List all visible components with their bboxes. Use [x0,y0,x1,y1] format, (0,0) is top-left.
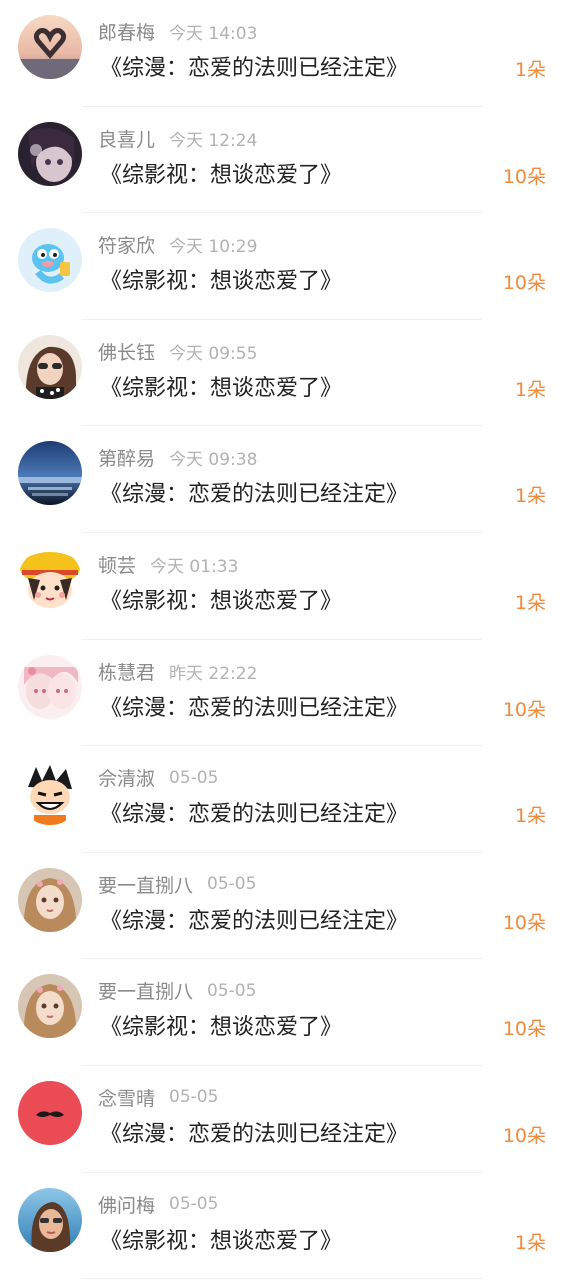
username[interactable]: 良喜儿 [98,129,155,151]
item-header: 佛长钰 今天 09:55 [98,338,257,364]
list-item[interactable]: 栋慧君 昨天 22:22 《综漫：恋爱的法则已经注定》 10朵 [0,640,564,747]
avatar[interactable] [18,1187,82,1252]
book-title[interactable]: 《综漫：恋爱的法则已经注定》 [100,903,408,935]
book-title[interactable]: 《综漫：恋爱的法则已经注定》 [100,476,408,508]
divider [82,1278,482,1280]
avatar[interactable] [18,867,82,932]
username[interactable]: 第醉易 [98,448,155,470]
flower-count: 1朵 [514,485,546,508]
list-item[interactable]: 念雪晴 05-05 《综漫：恋爱的法则已经注定》 10朵 [0,1066,564,1173]
book-title[interactable]: 《综影视：想谈恋爱了》 [100,370,342,402]
book-title[interactable]: 《综影视：想谈恋爱了》 [100,1223,342,1255]
username[interactable]: 佘清淑 [98,768,155,790]
timestamp: 05-05 [169,767,219,788]
avatar[interactable] [18,761,82,826]
list-item[interactable]: 要一直捌八 05-05 《综漫：恋爱的法则已经注定》 10朵 [0,853,564,960]
list-item[interactable]: 要一直捌八 05-05 《综影视：想谈恋爱了》 10朵 [0,959,564,1066]
username[interactable]: 佛问梅 [98,1195,155,1217]
timestamp: 昨天 22:22 [169,663,258,684]
avatar[interactable] [18,228,82,293]
avatar[interactable] [18,121,82,186]
username[interactable]: 佛长钰 [98,342,155,364]
username[interactable]: 念雪晴 [98,1088,155,1110]
flower-count: 1朵 [514,1231,546,1254]
timestamp: 今天 09:55 [169,343,258,364]
list-item[interactable]: 佛问梅 05-05 《综影视：想谈恋爱了》 1朵 [0,1173,564,1280]
list-item[interactable]: 佛长钰 今天 09:55 《综影视：想谈恋爱了》 1朵 [0,320,564,427]
gift-record-list: 郎春梅 今天 14:03 《综漫：恋爱的法则已经注定》 1朵 良喜儿 今天 12:24 《… [0,0,564,1280]
username[interactable]: 栋慧君 [98,662,155,684]
timestamp: 今天 10:29 [169,237,258,258]
avatar[interactable] [18,974,82,1039]
list-item[interactable]: 良喜儿 今天 12:24 《综影视：想谈恋爱了》 10朵 [0,107,564,214]
flower-count: 1朵 [514,805,546,828]
flower-count: 10朵 [502,272,546,295]
username[interactable]: 顿芸 [98,555,136,577]
flower-count: 10朵 [502,698,546,721]
avatar[interactable] [18,15,82,79]
book-title[interactable]: 《综影视：想谈恋爱了》 [100,1009,342,1041]
flower-count: 10朵 [502,911,546,934]
username[interactable]: 要一直捌八 [98,875,193,897]
item-header: 佘清淑 05-05 [98,764,219,791]
list-item[interactable]: 郎春梅 今天 14:03 《综漫：恋爱的法则已经注定》 1朵 [0,0,564,107]
item-header: 佛问梅 05-05 [98,1191,218,1217]
item-header: 要一直捌八 05-05 [98,871,256,897]
list-item[interactable]: 佘清淑 05-05 《综漫：恋爱的法则已经注定》 1朵 [0,746,564,853]
username[interactable]: 郎春梅 [98,22,155,44]
item-header: 顿芸 今天 01:33 [98,551,238,577]
book-title[interactable]: 《综漫：恋爱的法则已经注定》 [100,796,408,828]
flower-count: 1朵 [514,378,546,401]
flower-count: 10朵 [502,1018,546,1041]
timestamp: 05-05 [207,980,257,1001]
timestamp: 今天 09:38 [169,450,258,471]
book-title[interactable]: 《综影视：想谈恋爱了》 [100,263,342,295]
list-item[interactable]: 顿芸 今天 01:33 《综影视：想谈恋爱了》 1朵 [0,533,564,640]
username[interactable]: 要一直捌八 [98,981,193,1003]
item-header: 念雪晴 05-05 [98,1084,218,1110]
timestamp: 05-05 [207,874,257,895]
item-header: 要一直捌八 05-05 [98,977,257,1004]
book-title[interactable]: 《综漫：恋爱的法则已经注定》 [100,690,408,722]
timestamp: 05-05 [169,1194,219,1215]
book-title[interactable]: 《综漫：恋爱的法则已经注定》 [100,1116,408,1148]
avatar[interactable] [18,547,82,612]
flower-count: 1朵 [514,59,546,81]
timestamp: 今天 01:33 [150,556,239,577]
book-title[interactable]: 《综影视：想谈恋爱了》 [100,583,342,615]
item-header: 符家欣 今天 10:29 [98,231,257,257]
book-title[interactable]: 《综漫：恋爱的法则已经注定》 [100,50,408,82]
item-header: 栋慧君 昨天 22:22 [98,658,257,684]
avatar[interactable] [18,334,82,399]
list-item[interactable]: 第醉易 今天 09:38 《综漫：恋爱的法则已经注定》 1朵 [0,426,564,533]
flower-count: 1朵 [514,591,546,614]
flower-count: 10朵 [502,1124,546,1147]
item-header: 良喜儿 今天 12:24 [98,125,257,151]
username[interactable]: 符家欣 [98,235,155,257]
avatar[interactable] [18,654,82,719]
avatar[interactable] [18,441,82,506]
item-header: 郎春梅 今天 14:03 [98,18,257,44]
timestamp: 05-05 [169,1087,219,1108]
list-item[interactable]: 符家欣 今天 10:29 《综影视：想谈恋爱了》 10朵 [0,213,564,320]
book-title[interactable]: 《综影视：想谈恋爱了》 [100,157,342,189]
timestamp: 今天 14:03 [169,24,258,44]
item-header: 第醉易 今天 09:38 [98,444,257,470]
flower-count: 10朵 [502,165,546,188]
avatar[interactable] [18,1080,82,1145]
timestamp: 今天 12:24 [169,130,258,151]
